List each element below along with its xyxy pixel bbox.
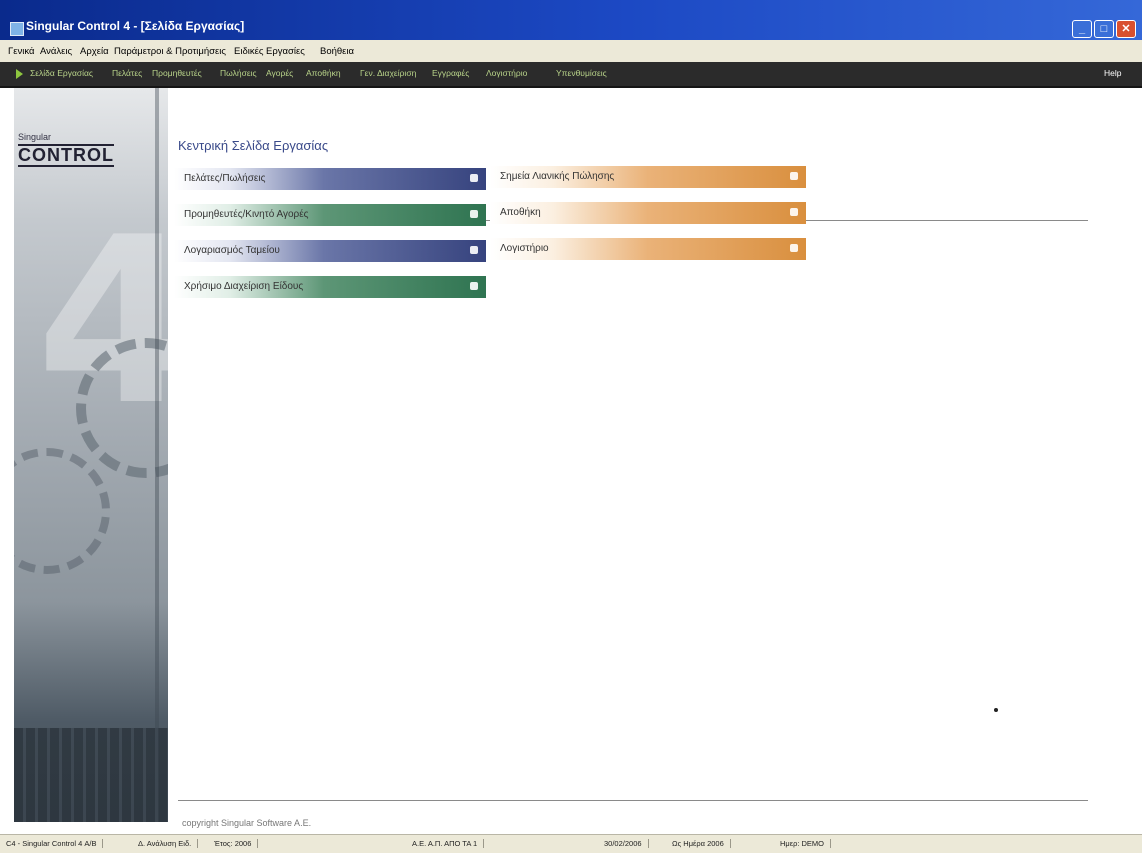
toolbar-item-entries[interactable]: Εγγραφές [432, 68, 469, 78]
window-title: Singular Control 4 - [Σελίδα Εργασίας] [26, 19, 245, 33]
tile-cash-account[interactable]: Λογαριασμός Ταμείου [174, 240, 486, 262]
keyboard-image [14, 728, 168, 822]
tile-item-management[interactable]: Χρήσιμο Διαχείριση Είδους [174, 276, 486, 298]
toolbar-item-management[interactable]: Γεν. Διαχείριση [360, 68, 416, 78]
tile-accounting[interactable]: Λογιστήριο [490, 238, 806, 260]
tile-label: Αποθήκη [500, 207, 541, 218]
tile-arrow-icon [470, 282, 478, 290]
status-date: 30/02/2006 [604, 839, 649, 848]
navigation-toolbar: Σελίδα Εργασίας Πελάτες Προμηθευτές Πωλή… [0, 62, 1142, 88]
toolbar-item-warehouse[interactable]: Αποθήκη [306, 68, 341, 78]
page-title: Κεντρική Σελίδα Εργασίας [178, 138, 329, 153]
app-icon [10, 22, 24, 36]
tile-label: Προμηθευτές/Κινητό Αγορές [184, 209, 309, 220]
main-content: Κεντρική Σελίδα Εργασίας Πελάτες/Πωλήσει… [168, 88, 1142, 828]
tile-label: Πελάτες/Πωλήσεις [184, 173, 266, 184]
menu-item-general[interactable]: Γενικά [8, 46, 34, 57]
tile-arrow-icon [470, 246, 478, 254]
logo-brand-text: Singular [18, 132, 52, 142]
menu-item-special-tasks[interactable]: Ειδικές Εργασίες [234, 46, 305, 57]
tile-arrow-icon [790, 244, 798, 252]
tile-label: Χρήσιμο Διαχείριση Είδους [184, 281, 304, 292]
menu-item-parameters[interactable]: Παράμετροι & Προτιμήσεις [114, 46, 226, 57]
logo-product-text: CONTROL [18, 144, 114, 167]
footer-divider [178, 800, 1088, 801]
toolbar-item-work-page[interactable]: Σελίδα Εργασίας [30, 68, 93, 78]
nav-arrow-icon [16, 69, 23, 79]
status-period: Ως Ημέρα 2006 [672, 839, 731, 848]
toolbar-item-customers[interactable]: Πελάτες [112, 68, 142, 78]
tile-label: Σημεία Λιανικής Πώλησης [500, 171, 615, 182]
menu-item-files[interactable]: Αρχεία [80, 46, 109, 57]
tile-suppliers-purchases[interactable]: Προμηθευτές/Κινητό Αγορές [174, 204, 486, 226]
tile-label: Λογιστήριο [500, 243, 549, 254]
app-logo: Singular CONTROL [18, 132, 144, 172]
toolbar-help-link[interactable]: Help [1104, 68, 1121, 78]
close-button[interactable]: ✕ [1116, 20, 1136, 38]
tile-arrow-icon [470, 210, 478, 218]
status-year: Έτος: 2006 [214, 839, 259, 848]
menu-item-help[interactable]: Βοήθεια [320, 46, 354, 57]
tile-retail-points[interactable]: Σημεία Λιανικής Πώλησης [490, 166, 806, 188]
tile-customers-sales[interactable]: Πελάτες/Πωλήσεις [174, 168, 486, 190]
status-analysis: Δ. Ανάλυση Ειδ. [138, 839, 199, 848]
cursor-dot [994, 708, 998, 712]
maximize-button[interactable]: □ [1094, 20, 1114, 38]
toolbar-item-purchases[interactable]: Αγορές [266, 68, 293, 78]
tile-label: Λογαριασμός Ταμείου [184, 245, 280, 256]
sidebar-divider [155, 88, 159, 822]
tile-arrow-icon [790, 172, 798, 180]
tile-arrow-icon [470, 174, 478, 182]
title-bar: Singular Control 4 - [Σελίδα Εργασίας] _… [0, 0, 1142, 40]
status-company: Α.Ε. Α.Π. ΑΠΟ ΤΑ 1 [412, 839, 485, 848]
toolbar-item-suppliers[interactable]: Προμηθευτές [152, 68, 202, 78]
toolbar-item-accounting[interactable]: Λογιστήριο [486, 68, 527, 78]
status-bar: C4 - Singular Control 4 Α/Β Δ. Ανάλυση Ε… [0, 834, 1142, 853]
status-user: Ημερ: DEMO [780, 839, 832, 848]
copyright-text: copyright Singular Software A.E. [182, 818, 312, 828]
minimize-button[interactable]: _ [1072, 20, 1092, 38]
toolbar-item-sales[interactable]: Πωλήσεις [220, 68, 257, 78]
gear-decoration-icon-2 [14, 448, 110, 574]
tile-warehouse[interactable]: Αποθήκη [490, 202, 806, 224]
sidebar-branding: 4 Singular CONTROL [14, 88, 168, 822]
menu-item-analyses[interactable]: Ανάλεις [40, 46, 72, 57]
status-app: C4 - Singular Control 4 Α/Β [6, 839, 104, 848]
menu-bar: Γενικά Ανάλεις Αρχεία Παράμετροι & Προτι… [0, 40, 1142, 63]
tile-arrow-icon [790, 208, 798, 216]
toolbar-item-reminders[interactable]: Υπενθυμίσεις [556, 68, 607, 78]
